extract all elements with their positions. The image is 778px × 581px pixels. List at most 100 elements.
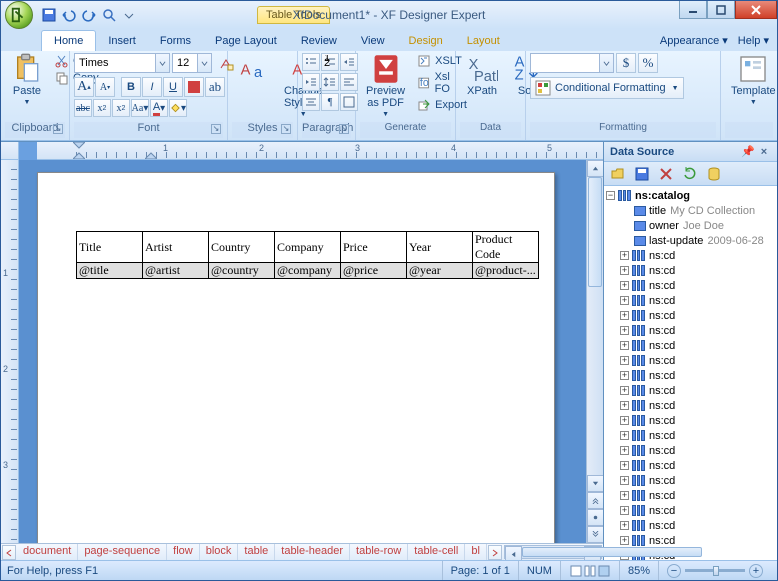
underline-button[interactable]: U xyxy=(163,77,183,97)
breadcrumb-block[interactable]: block xyxy=(200,544,239,560)
color-swatch-button[interactable] xyxy=(184,77,204,97)
shrink-font-button[interactable]: A▾ xyxy=(95,77,115,97)
tree-row[interactable]: +ns:cd xyxy=(604,338,777,353)
minimize-button[interactable] xyxy=(679,1,707,19)
maximize-button[interactable] xyxy=(707,1,735,19)
refresh-icon[interactable] xyxy=(680,164,700,184)
horizontal-scrollbar[interactable] xyxy=(504,545,602,559)
th-product[interactable]: Product Code xyxy=(473,232,539,263)
font-launcher-icon[interactable]: ↘ xyxy=(211,124,221,134)
td-product[interactable]: @product-... xyxy=(473,263,539,279)
tree-row[interactable]: +ns:cd xyxy=(604,533,777,548)
help-menu[interactable]: Help ▾ xyxy=(738,34,769,47)
save-ds-icon[interactable] xyxy=(632,164,652,184)
font-size-combo[interactable] xyxy=(172,53,198,73)
italic-button[interactable]: I xyxy=(142,77,162,97)
tab-home[interactable]: Home xyxy=(41,30,96,51)
clipboard-launcher-icon[interactable]: ↘ xyxy=(53,124,63,134)
breadcrumb-bl[interactable]: bl xyxy=(465,544,487,560)
zoom-level[interactable]: 85% xyxy=(619,561,658,580)
font-family-combo[interactable] xyxy=(74,53,156,73)
breadcrumb-table[interactable]: table xyxy=(238,544,275,560)
tree-row[interactable]: +ns:cd xyxy=(604,488,777,503)
fill-color-button[interactable]: ▾ xyxy=(169,99,187,117)
tab-review[interactable]: Review xyxy=(289,31,349,51)
scroll-thumb[interactable] xyxy=(588,177,602,287)
browse-object-icon[interactable] xyxy=(587,509,603,526)
tab-page-layout[interactable]: Page Layout xyxy=(203,31,289,51)
qat-save-icon[interactable] xyxy=(41,7,57,23)
tree-row[interactable]: +ns:cd xyxy=(604,368,777,383)
font-color-button[interactable]: A▾ xyxy=(150,99,168,117)
styles-launcher-icon[interactable]: ↘ xyxy=(281,124,291,134)
bold-button[interactable]: B xyxy=(121,77,141,97)
paragraph-launcher-icon[interactable]: ↘ xyxy=(339,124,349,134)
chevron-down-icon[interactable] xyxy=(198,53,212,73)
breadcrumb-flow[interactable]: flow xyxy=(167,544,200,560)
tab-forms[interactable]: Forms xyxy=(148,31,203,51)
th-year[interactable]: Year xyxy=(407,232,473,263)
breadcrumb-document[interactable]: document xyxy=(17,544,78,560)
zoom-in-button[interactable]: + xyxy=(749,564,763,578)
chevron-down-icon[interactable] xyxy=(156,53,170,73)
qat-redo-icon[interactable] xyxy=(81,7,97,23)
subscript-button[interactable]: x2 xyxy=(93,99,111,117)
breadcrumb-table-row[interactable]: table-row xyxy=(350,544,408,560)
breadcrumb-left-icon[interactable] xyxy=(2,545,16,560)
tree-row[interactable]: ownerJoe Doe xyxy=(604,218,777,233)
percent-button[interactable]: % xyxy=(638,53,658,73)
zoom-slider[interactable] xyxy=(685,569,745,572)
th-title[interactable]: Title xyxy=(77,232,143,263)
tab-layout[interactable]: Layout xyxy=(455,31,512,51)
horizontal-ruler[interactable]: 12345 xyxy=(37,142,603,160)
tree-row[interactable]: −ns:catalog xyxy=(604,188,777,203)
qat-undo-icon[interactable] xyxy=(61,7,77,23)
tree-row[interactable]: +ns:cd xyxy=(604,323,777,338)
qat-more-icon[interactable] xyxy=(121,7,137,23)
tab-design[interactable]: Design xyxy=(397,31,455,51)
tree-row[interactable]: +ns:cd xyxy=(604,278,777,293)
panel-close-icon[interactable]: × xyxy=(757,146,771,158)
td-year[interactable]: @year xyxy=(407,263,473,279)
appearance-menu[interactable]: Appearance ▾ xyxy=(660,34,728,47)
tree-row[interactable]: +ns:cd xyxy=(604,413,777,428)
vertical-ruler[interactable]: 123 xyxy=(1,160,19,543)
tab-view[interactable]: View xyxy=(349,31,397,51)
document-viewport[interactable]: Title Artist Country Company Price Year … xyxy=(19,160,586,543)
td-country[interactable]: @country xyxy=(209,263,275,279)
indent-button[interactable] xyxy=(302,73,320,91)
vertical-scrollbar[interactable] xyxy=(586,160,603,543)
breadcrumb-right-icon[interactable] xyxy=(488,545,502,560)
next-page-icon[interactable] xyxy=(587,526,603,543)
delete-icon[interactable] xyxy=(656,164,676,184)
tree-row[interactable]: +ns:cd xyxy=(604,518,777,533)
view-buttons[interactable] xyxy=(560,561,619,580)
highlight-button[interactable]: ab xyxy=(205,77,225,97)
line-spacing-button[interactable] xyxy=(321,73,339,91)
prev-page-icon[interactable] xyxy=(587,492,603,509)
tree-row[interactable]: +ns:cd xyxy=(604,353,777,368)
scroll-up-icon[interactable] xyxy=(587,160,603,177)
tree-row[interactable]: +ns:cd xyxy=(604,428,777,443)
tree-row[interactable]: +ns:cd xyxy=(604,398,777,413)
pin-icon[interactable]: 📌 xyxy=(741,145,755,158)
scroll-down-icon[interactable] xyxy=(587,475,603,492)
td-title[interactable]: @title xyxy=(77,263,143,279)
th-country[interactable]: Country xyxy=(209,232,275,263)
align-center-button[interactable] xyxy=(302,93,320,111)
breadcrumb-table-cell[interactable]: table-cell xyxy=(408,544,465,560)
app-orb[interactable] xyxy=(5,1,33,29)
tree-row[interactable]: +ns:cd xyxy=(604,383,777,398)
conditional-formatting-button[interactable]: Conditional Formatting▼ xyxy=(530,77,684,99)
tree-row[interactable]: +ns:cd xyxy=(604,473,777,488)
td-artist[interactable]: @artist xyxy=(143,263,209,279)
data-tree[interactable]: −ns:catalogtitleMy CD CollectionownerJoe… xyxy=(604,186,777,560)
scroll-left-icon[interactable] xyxy=(505,546,522,560)
tree-row[interactable]: +ns:cd xyxy=(604,293,777,308)
show-marks-button[interactable]: ¶ xyxy=(321,93,339,111)
strike-button[interactable]: abc xyxy=(74,99,92,117)
th-artist[interactable]: Artist xyxy=(143,232,209,263)
tree-row[interactable]: last-update2009-06-28 xyxy=(604,233,777,248)
case-button[interactable]: Aa▾ xyxy=(131,99,149,117)
open-icon[interactable] xyxy=(608,164,628,184)
